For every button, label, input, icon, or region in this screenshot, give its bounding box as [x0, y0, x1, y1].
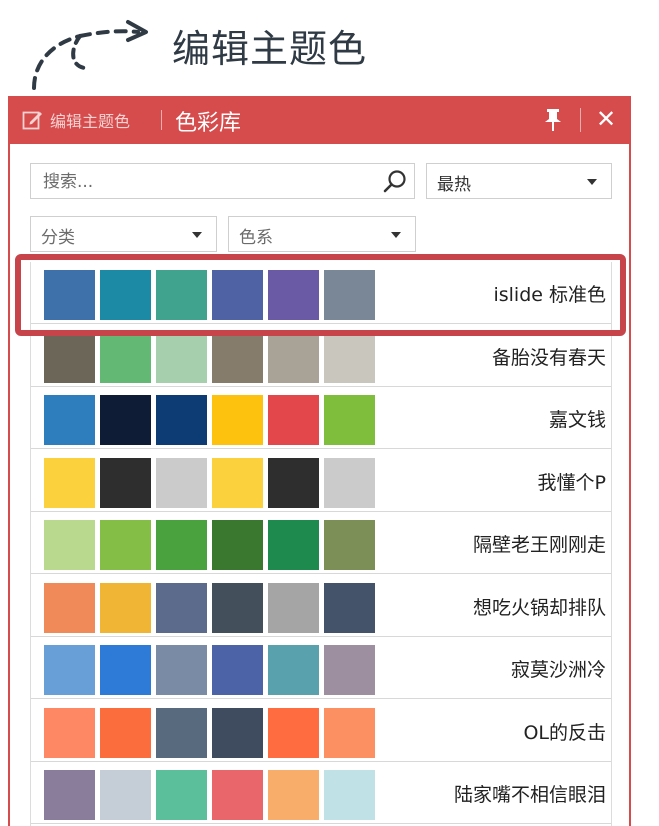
color-swatch[interactable] — [268, 395, 319, 445]
color-swatch[interactable] — [324, 582, 375, 633]
color-swatch[interactable] — [268, 457, 319, 508]
category-dropdown-value: 分类 — [41, 228, 75, 248]
color-swatch[interactable] — [44, 332, 95, 383]
palette-name: islide 标准色 — [493, 284, 606, 306]
color-swatch[interactable] — [324, 707, 375, 758]
palette-row[interactable]: islide 标准色 — [31, 262, 611, 324]
color-swatch[interactable] — [268, 582, 319, 633]
palette-name: 想吃火锅却排队 — [472, 596, 606, 619]
color-swatch[interactable] — [44, 520, 95, 570]
color-swatch[interactable] — [324, 395, 375, 445]
panel-titlebar: 编辑主题色 色彩库 ✕ — [10, 96, 629, 144]
curved-arrow-icon — [32, 20, 148, 90]
color-swatch[interactable] — [156, 770, 207, 820]
color-swatch[interactable] — [100, 770, 151, 820]
color-swatch[interactable] — [44, 457, 95, 508]
color-swatch[interactable] — [324, 332, 375, 383]
color-swatch[interactable] — [156, 520, 207, 570]
palette-row[interactable]: 寂莫沙洲冷 — [31, 637, 611, 699]
category-dropdown[interactable]: 分类 — [30, 216, 217, 252]
palette-name: 寂莫沙洲冷 — [510, 659, 606, 681]
color-swatch[interactable] — [268, 520, 319, 570]
search-icon[interactable] — [382, 169, 408, 195]
color-tone-dropdown-value: 色系 — [239, 228, 273, 248]
color-swatch[interactable] — [324, 520, 375, 570]
color-swatch[interactable] — [156, 395, 207, 445]
titlebar-divider — [580, 108, 581, 132]
color-swatch[interactable] — [156, 582, 207, 633]
color-swatch[interactable] — [212, 270, 263, 320]
color-swatch[interactable] — [212, 395, 263, 445]
color-swatch[interactable] — [156, 707, 207, 758]
color-swatch[interactable] — [100, 582, 151, 633]
color-swatch[interactable] — [44, 770, 95, 820]
color-tone-dropdown[interactable]: 色系 — [228, 216, 416, 252]
color-swatch[interactable] — [156, 457, 207, 508]
sort-dropdown[interactable]: 最热 — [426, 163, 612, 199]
color-swatch[interactable] — [156, 645, 207, 695]
color-swatch[interactable] — [212, 520, 263, 570]
color-swatch[interactable] — [100, 457, 151, 508]
color-swatch[interactable] — [212, 457, 263, 508]
chevron-down-icon — [391, 232, 401, 238]
palette-list: islide 标准色 备胎没有春天嘉文钱我懂个P 隔壁老王刚刚走 想吃火锅却排队寂莫沙… — [30, 262, 612, 826]
color-swatch[interactable] — [100, 707, 151, 758]
color-swatch[interactable] — [324, 645, 375, 695]
color-swatch[interactable] — [212, 332, 263, 383]
palette-row[interactable]: 陆家嘴不相信眼泪 — [31, 762, 611, 824]
color-swatch[interactable] — [44, 707, 95, 758]
color-swatch[interactable] — [268, 332, 319, 383]
color-swatch[interactable] — [156, 332, 207, 383]
color-swatch[interactable] — [212, 582, 263, 633]
color-swatch[interactable] — [44, 582, 95, 633]
color-swatch[interactable] — [268, 707, 319, 758]
color-swatch[interactable] — [44, 395, 95, 445]
palette-row[interactable]: OL的反击 — [31, 700, 611, 762]
color-swatch[interactable] — [100, 395, 151, 445]
color-swatch[interactable] — [268, 645, 319, 695]
palette-name: 嘉文钱 — [548, 409, 606, 431]
search-field[interactable] — [30, 163, 415, 199]
sort-dropdown-value: 最热 — [437, 175, 471, 195]
palette-name: 我懂个P — [537, 471, 606, 494]
color-swatch[interactable] — [324, 770, 375, 820]
palette-row[interactable]: 嘉文钱 — [31, 387, 611, 449]
palette-name: 隔壁老王刚刚走 — [472, 534, 606, 556]
annotation: 编辑主题色 — [0, 0, 659, 96]
edit-theme-color-label: 编辑主题色 — [50, 112, 131, 131]
color-swatch[interactable] — [100, 332, 151, 383]
color-swatch[interactable] — [156, 270, 207, 320]
palette-name: OL的反击 — [523, 721, 606, 744]
palette-row[interactable]: 备胎没有春天 — [31, 325, 611, 387]
search-input[interactable] — [41, 170, 375, 194]
color-swatch[interactable] — [268, 270, 319, 320]
color-swatch[interactable] — [100, 645, 151, 695]
annotation-title: 编辑主题色 — [172, 27, 368, 71]
chevron-down-icon — [192, 232, 202, 238]
palette-row[interactable]: 想吃火锅却排队 — [31, 575, 611, 637]
color-swatch[interactable] — [268, 770, 319, 820]
palette-name: 陆家嘴不相信眼泪 — [453, 784, 606, 806]
panel-title: 色彩库 — [175, 111, 242, 136]
color-swatch[interactable] — [212, 645, 263, 695]
color-library-panel: 编辑主题色 色彩库 ✕ 最热 分类 色系 islide 标准色备胎没有春天嘉文钱… — [8, 96, 631, 826]
color-swatch[interactable] — [44, 270, 95, 320]
palette-row[interactable]: 我懂个P — [31, 450, 611, 512]
edit-theme-color-button[interactable]: 编辑主题色 — [22, 108, 130, 132]
chevron-down-icon — [587, 179, 597, 185]
pin-icon[interactable] — [542, 108, 564, 132]
color-swatch[interactable] — [100, 270, 151, 320]
color-swatch[interactable] — [324, 457, 375, 508]
palette-name: 备胎没有春天 — [491, 346, 606, 369]
color-swatch[interactable] — [324, 270, 375, 320]
color-swatch[interactable] — [100, 520, 151, 570]
close-icon[interactable]: ✕ — [594, 106, 618, 132]
color-swatch[interactable] — [212, 707, 263, 758]
color-swatch[interactable] — [212, 770, 263, 820]
titlebar-divider — [161, 110, 162, 130]
palette-row[interactable]: 隔壁老王刚刚走 — [31, 512, 611, 574]
color-swatch[interactable] — [44, 645, 95, 695]
edit-icon — [22, 111, 42, 130]
